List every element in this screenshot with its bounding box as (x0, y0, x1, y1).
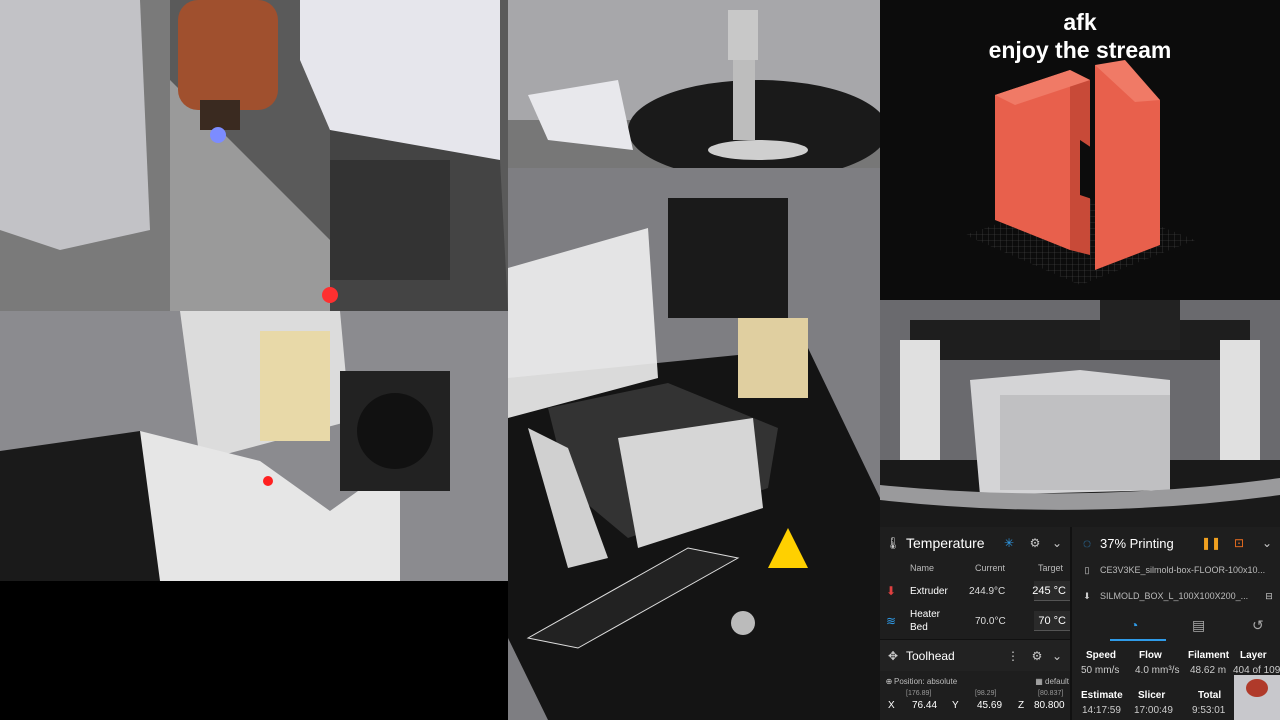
x-axis-label: X (888, 700, 895, 711)
camera-feed-miniature (508, 0, 880, 168)
afk-line1: afk (1063, 9, 1097, 35)
heater-bed-target-value: 70 (1038, 614, 1051, 627)
coordinates-row: X [176.89] 76.44 Y [98.29] 45.69 Z [80.8… (880, 690, 1070, 716)
y-axis-label: Y (952, 700, 959, 711)
total-label: Total (1198, 690, 1222, 701)
z-max: [80.837] (1038, 690, 1064, 697)
estimate-value: 14:17:59 (1082, 705, 1121, 716)
col-current: Current (975, 563, 1006, 573)
afk-message: afk enjoy the stream (880, 8, 1280, 64)
position-info-row: ⊕ Position: absolute ▦ default (880, 675, 1070, 687)
cooldown-icon[interactable]: ✳ (1002, 536, 1016, 550)
flow-label: Flow (1139, 650, 1162, 661)
extruder-row: ⬇ Extruder 244.9°C 245 °C (880, 581, 1070, 601)
tab-status[interactable]: ◔ (1130, 617, 1138, 633)
total-value: 9:53:01 (1192, 705, 1226, 716)
extruder-target-input[interactable]: 245 °C (1032, 581, 1070, 601)
print-status-title: 37% Printing (1100, 535, 1174, 551)
temperature-table-header: Name Current Target (880, 561, 1070, 575)
print-status-pane: ◌ 37% Printing ❚❚ ⊡ ⌄ ▯ CE3V3KE_silmold-… (1074, 527, 1280, 720)
extruder-target-unit: °C (1053, 584, 1066, 597)
extruder-icon: ⬇ (885, 584, 897, 598)
heater-bed-target-unit: °C (1053, 614, 1066, 627)
layer-label: Layer (1240, 650, 1267, 661)
heater-bed-row: ≋ Heater Bed 70.0°C 70 °C (880, 607, 1070, 635)
slicer-value: 17:00:49 (1134, 705, 1173, 716)
afk-line2: enjoy the stream (988, 37, 1172, 63)
temperature-pane: 🌡 Temperature ✳ ⚙ ⌄ Name Current Target … (880, 527, 1072, 720)
camera-feed-front (880, 300, 1280, 527)
webcam-thumbnail[interactable] (1234, 675, 1280, 720)
z-axis-label: Z (1018, 700, 1025, 711)
print-chevron-icon[interactable]: ⌄ (1260, 536, 1274, 550)
extruder-current: 244.9°C (969, 585, 1006, 597)
x-value[interactable]: 76.44 (912, 700, 937, 711)
gear-icon[interactable]: ⚙ (1028, 536, 1042, 550)
file-name-2: SILMOLD_BOX_L_100X100X200_... (1100, 591, 1249, 601)
toolhead-gear-icon[interactable]: ⚙ (1030, 649, 1044, 663)
y-max: [98.29] (975, 690, 997, 697)
file-icon: ▯ (1084, 564, 1090, 575)
stream-layout: afk enjoy the stream 🌡 Temperature ✳ ⚙ ⌄… (0, 0, 1280, 720)
thumbnail-figure (1246, 679, 1268, 697)
chevron-down-icon[interactable]: ⌄ (1050, 536, 1064, 550)
z-value[interactable]: 80.800 (1034, 700, 1065, 711)
pause-icon[interactable]: ❚❚ (1201, 536, 1221, 550)
temperature-title: Temperature (906, 535, 985, 551)
tab-files[interactable]: ▤ (1192, 617, 1205, 634)
toolhead-chevron-icon[interactable]: ⌄ (1050, 649, 1064, 663)
extruder-target-value: 245 (1032, 584, 1051, 597)
printer-dashboard: 🌡 Temperature ✳ ⚙ ⌄ Name Current Target … (880, 527, 1280, 720)
filament-icon: ⬇ (1083, 590, 1091, 601)
progress-spinner-icon: ◌ (1082, 535, 1092, 551)
thermometer-icon: 🌡 (885, 536, 901, 550)
heater-bed-icon: ≋ (885, 614, 897, 628)
grid-icon: ▦ (1035, 676, 1043, 686)
estimate-label: Estimate (1081, 690, 1123, 701)
camera-feed-bed-overview (508, 168, 880, 720)
y-value[interactable]: 45.69 (977, 700, 1002, 711)
flow-value: 4.0 mm³/s (1135, 665, 1180, 676)
move-icon: ✥ (887, 648, 899, 663)
speed-value: 50 mm/s (1081, 665, 1120, 676)
kebab-icon[interactable]: ⋮ (1006, 649, 1020, 663)
camera-feed-nozzle (0, 0, 508, 311)
extruder-label: Extruder (910, 585, 948, 597)
file-name-1: CE3V3KE_silmold-box-FLOOR-100x10... (1100, 565, 1266, 575)
active-tab-underline (1110, 639, 1166, 641)
toolhead-header: ✥ Toolhead ⋮ ⚙ ⌄ (880, 639, 1070, 671)
speed-label: Speed (1086, 650, 1117, 661)
print-status-header: ◌ 37% Printing ❚❚ ⊡ ⌄ (1074, 527, 1280, 559)
toolhead-title: Toolhead (906, 648, 955, 663)
x-max: [176.89] (906, 690, 932, 697)
file-row-2: ⬇ SILMOLD_BOX_L_100X100X200_... ⊟ (1074, 589, 1280, 603)
afk-overlay: afk enjoy the stream (880, 0, 1280, 300)
empty-area (0, 581, 508, 720)
col-target: Target (1038, 563, 1064, 573)
col-name: Name (910, 563, 935, 573)
heater-bed-label: Heater Bed (910, 609, 941, 633)
file-row-1: ▯ CE3V3KE_silmold-box-FLOOR-100x10... (1074, 563, 1280, 577)
default-label: default (1045, 676, 1070, 686)
filament-value: 48.62 m (1190, 665, 1227, 676)
stop-icon[interactable]: ⊡ (1232, 536, 1246, 550)
slicer-label: Slicer (1138, 690, 1166, 701)
heater-bed-current: 70.0°C (975, 615, 1006, 627)
filament-label: Filament (1188, 650, 1230, 661)
position-mode: Position: absolute (894, 676, 958, 686)
heater-bed-target-input[interactable]: 70 °C (1034, 611, 1070, 631)
temperature-header: 🌡 Temperature ✳ ⚙ ⌄ (880, 527, 1070, 559)
camera-feed-toolhead-side (0, 311, 508, 581)
file-action-icon[interactable]: ⊟ (1262, 589, 1276, 603)
tab-history[interactable]: ↺ (1252, 617, 1264, 634)
